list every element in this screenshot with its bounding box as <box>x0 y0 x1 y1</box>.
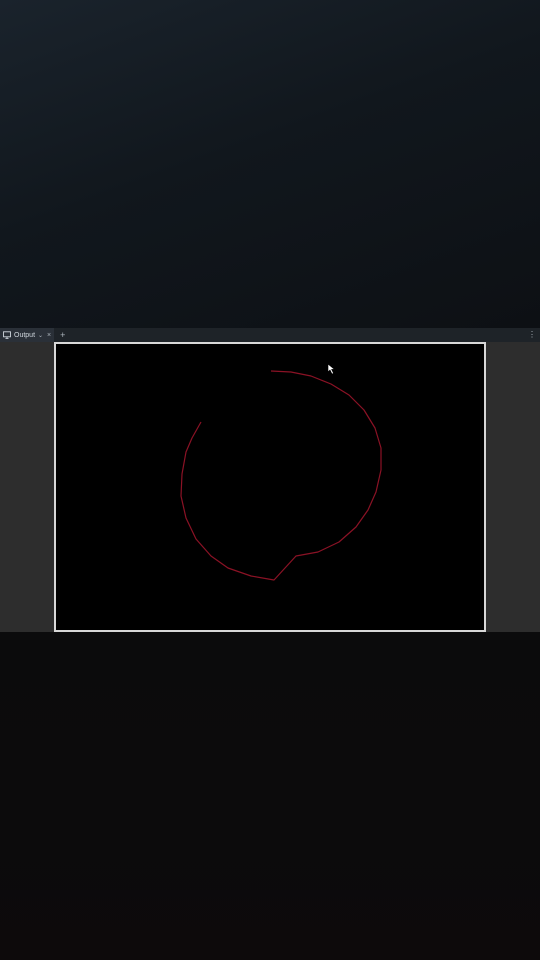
chevron-down-icon[interactable]: ⌄ <box>38 332 43 339</box>
tab-output[interactable]: Output ⌄ × <box>0 328 55 342</box>
more-options-icon[interactable]: ⋮ <box>528 328 536 342</box>
tab-output-label: Output <box>14 331 36 339</box>
add-tab-button[interactable]: + <box>60 328 65 342</box>
mouse-cursor-icon <box>327 363 336 375</box>
background-bottom <box>0 632 540 960</box>
background-top <box>0 0 540 328</box>
red-circle-stroke <box>180 370 382 581</box>
drawing-canvas <box>180 363 382 581</box>
output-panel: Output ⌄ × + ⋮ <box>0 328 540 632</box>
output-viewport[interactable] <box>54 342 486 632</box>
close-tab-icon[interactable]: × <box>47 332 51 339</box>
monitor-icon <box>3 331 12 340</box>
panel-tabbar: Output ⌄ × + ⋮ <box>0 328 540 342</box>
